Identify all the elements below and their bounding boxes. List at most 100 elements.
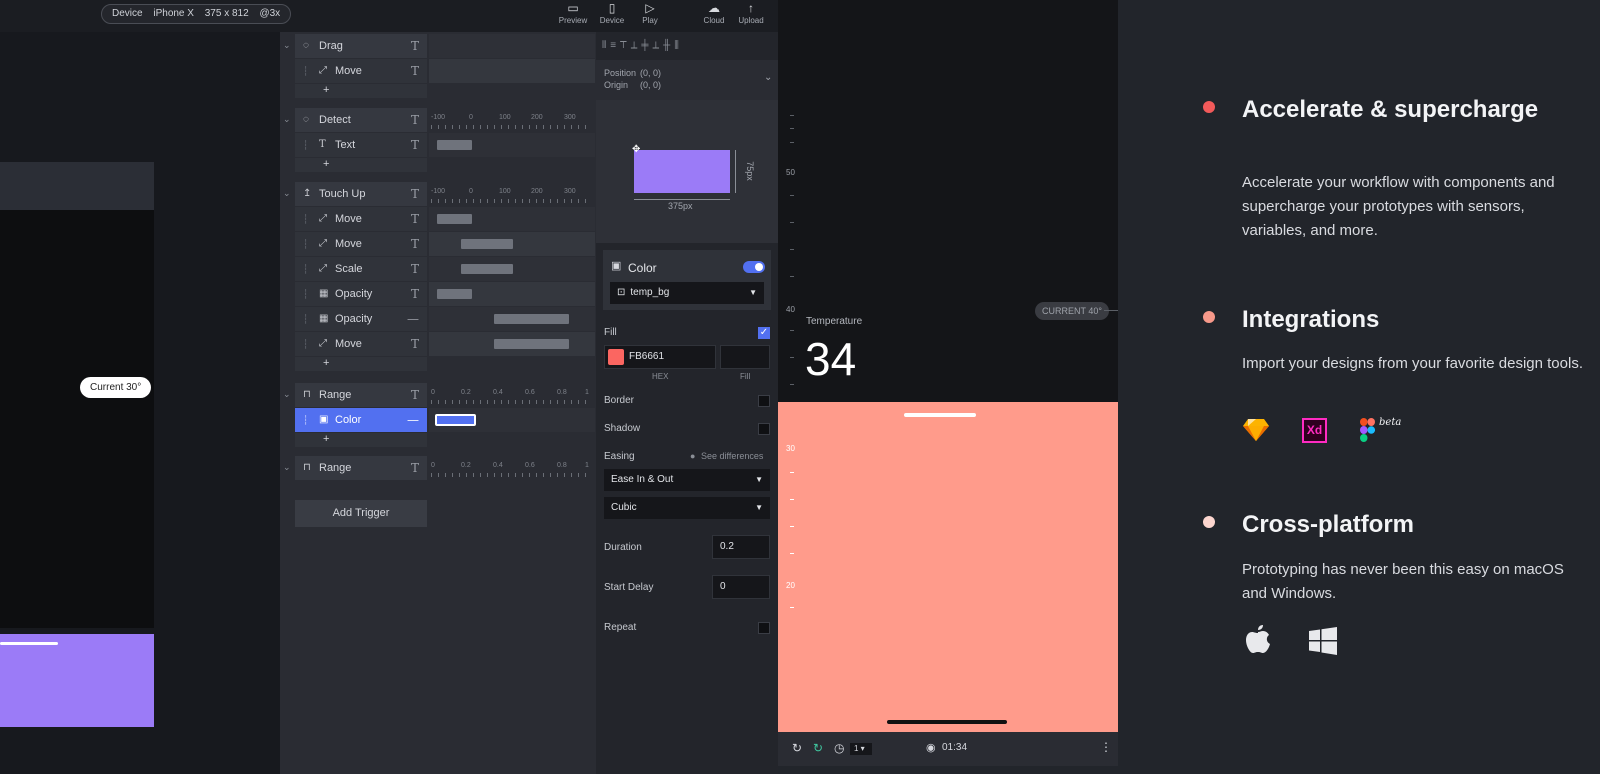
timeline-bar[interactable] — [461, 239, 513, 249]
speed-select[interactable]: 1 ▾ — [850, 743, 872, 755]
fill-color-swatch[interactable] — [608, 349, 624, 365]
collapse-caret-icon[interactable]: ⌄ — [283, 389, 291, 400]
clock-icon[interactable]: ◷ — [834, 741, 844, 755]
collapse-caret-icon[interactable]: ⌄ — [283, 114, 291, 125]
timeline-range-bar-selected[interactable] — [435, 414, 476, 426]
easing-value: Ease In & Out — [611, 474, 674, 485]
ruler-ticks — [431, 400, 591, 404]
response-scale[interactable]: ┆ ⤢ Scale T — [295, 257, 427, 281]
distribute-v-icon[interactable]: ⫼ — [674, 40, 683, 51]
opacity-icon: ▦ — [319, 313, 329, 324]
collapse-caret-icon[interactable]: ⌄ — [283, 188, 291, 199]
text-type-icon[interactable]: T — [411, 34, 419, 58]
text-type-icon[interactable]: T — [411, 232, 419, 256]
response-move[interactable]: ┆ ⤢ Move T — [295, 59, 427, 83]
minus-type-icon[interactable]: — — [407, 307, 419, 331]
fill-checkbox[interactable]: ✓ — [758, 327, 770, 339]
chevron-down-icon[interactable]: ⌄ — [764, 72, 772, 83]
scale-label: 40 — [786, 305, 795, 314]
trigger-range[interactable]: ⊓ Range T — [295, 383, 427, 407]
timeline-bar[interactable] — [437, 140, 472, 150]
timeline-bar[interactable] — [437, 214, 472, 224]
color-variable-select[interactable]: ⊡ temp_bg ▼ — [610, 282, 764, 304]
text-type-icon[interactable]: T — [411, 59, 419, 83]
start-delay-input[interactable]: 0 — [712, 575, 770, 599]
timeline-lane — [429, 332, 595, 356]
curve-select[interactable]: Cubic ▼ — [604, 497, 770, 519]
fill-opacity-input[interactable] — [720, 345, 770, 369]
align-left-icon[interactable]: ⫴ — [602, 40, 610, 51]
align-middle-icon[interactable]: ╪ — [641, 40, 652, 51]
touch-icon[interactable]: ↻ — [813, 741, 823, 755]
device-selector[interactable]: Device iPhone X 375 x 812 @3x — [101, 4, 292, 24]
timeline-bar[interactable] — [494, 339, 569, 349]
layer-preview-rect[interactable] — [634, 150, 730, 193]
align-center-icon[interactable]: ⊥ — [631, 40, 642, 51]
text-type-icon[interactable]: T — [411, 108, 419, 132]
canvas-artboard[interactable] — [0, 210, 154, 628]
scale-tick — [790, 142, 794, 143]
text-type-icon[interactable]: T — [411, 332, 419, 356]
upload-button[interactable]: ↑ Upload — [731, 0, 771, 30]
align-top-icon[interactable]: ⊤ — [620, 40, 631, 51]
duration-input[interactable]: 0.2 — [712, 535, 770, 559]
trigger-touch-up[interactable]: ↥ Touch Up T — [295, 182, 427, 206]
align-right-icon[interactable]: ╫ — [663, 40, 674, 51]
add-response-button[interactable]: + — [295, 84, 427, 98]
trigger-range[interactable]: ⊓ Range T — [295, 456, 427, 480]
dropdown-arrow-icon: ▼ — [755, 503, 763, 512]
text-type-icon[interactable]: T — [411, 383, 419, 407]
trigger-label: Touch Up — [319, 188, 366, 200]
response-move[interactable]: ┆ ⤢ Move T — [295, 207, 427, 231]
text-type-icon[interactable]: T — [411, 282, 419, 306]
collapse-caret-icon[interactable]: ⌄ — [283, 40, 291, 51]
reload-icon[interactable]: ↻ — [792, 741, 802, 755]
add-trigger-button[interactable]: Add Trigger — [295, 500, 427, 527]
add-response-button[interactable]: + — [295, 433, 427, 447]
response-opacity[interactable]: ┆ ▦ Opacity — — [295, 307, 427, 331]
record-icon[interactable]: ◉ — [926, 741, 936, 754]
response-text[interactable]: ┆ T Text T — [295, 133, 427, 157]
response-color-selected[interactable]: ┆ ▣ Color — — [295, 408, 427, 432]
see-differences-link[interactable]: See differences — [701, 451, 763, 461]
more-icon[interactable]: ⋮ — [1100, 740, 1112, 754]
border-checkbox[interactable] — [758, 395, 770, 407]
text-type-icon[interactable]: T — [411, 207, 419, 231]
text-type-icon[interactable]: T — [411, 456, 419, 480]
tree-connector: ┆ — [303, 140, 309, 150]
move-icon: ⤢ — [319, 238, 327, 249]
timeline-ruler: -100 0 100 200 300 — [429, 113, 595, 129]
text-type-icon[interactable]: T — [411, 182, 419, 206]
trigger-detect[interactable]: ◌ Detect T — [295, 108, 427, 132]
origin-value[interactable]: (0, 0) — [640, 80, 661, 90]
color-toggle[interactable] — [743, 261, 765, 273]
cloud-button[interactable]: ☁ Cloud — [694, 0, 734, 30]
text-type-icon[interactable]: T — [411, 257, 419, 281]
add-response-button[interactable]: + — [295, 158, 427, 172]
distribute-icon[interactable]: ≡ — [610, 40, 620, 51]
add-response-button[interactable]: + — [295, 357, 427, 371]
device-button[interactable]: ▯ Device — [592, 0, 632, 30]
timeline-bar[interactable] — [494, 314, 569, 324]
timeline-bar[interactable] — [437, 289, 472, 299]
position-value[interactable]: (0, 0) — [640, 68, 661, 78]
response-move[interactable]: ┆ ⤢ Move T — [295, 332, 427, 356]
canvas-purple-layer[interactable] — [0, 634, 154, 727]
timeline-bar[interactable] — [461, 264, 513, 274]
repeat-checkbox[interactable] — [758, 622, 770, 634]
playback-time: 01:34 — [942, 742, 968, 753]
easing-select[interactable]: Ease In & Out ▼ — [604, 469, 770, 491]
collapse-caret-icon[interactable]: ⌄ — [283, 462, 291, 473]
text-type-icon[interactable]: T — [411, 133, 419, 157]
minus-type-icon[interactable]: — — [407, 408, 419, 432]
temperature-fill[interactable] — [778, 402, 1118, 732]
move-handle-icon[interactable]: ✥ — [632, 144, 640, 155]
shadow-checkbox[interactable] — [758, 423, 770, 435]
drag-handle[interactable] — [904, 413, 976, 417]
response-move[interactable]: ┆ ⤢ Move T — [295, 232, 427, 256]
preview-button[interactable]: ▭ Preview — [553, 0, 593, 30]
response-opacity[interactable]: ┆ ▦ Opacity T — [295, 282, 427, 306]
trigger-drag[interactable]: ◌ Drag T — [295, 34, 427, 58]
align-bottom-icon[interactable]: ⊥ — [652, 40, 663, 51]
play-button[interactable]: ▷ Play — [630, 0, 670, 30]
